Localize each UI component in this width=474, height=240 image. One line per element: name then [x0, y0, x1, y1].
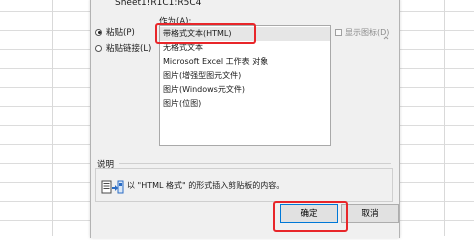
description-divider: [119, 163, 391, 164]
source-label: Sheet1!R1C1:R5C4: [115, 0, 202, 8]
format-item-enhanced-metafile[interactable]: 图片(增强型图元文件): [160, 69, 330, 83]
show-as-icon-checkbox[interactable]: [335, 29, 342, 36]
paste-radio-label: 粘贴(P): [106, 28, 135, 38]
format-item-windows-metafile[interactable]: 图片(Windows元文件): [160, 83, 330, 97]
show-as-icon-option[interactable]: 显示图标(D): [335, 27, 389, 38]
chevron-up-icon: [383, 36, 389, 40]
format-item-excel-object[interactable]: Microsoft Excel 工作表 对象: [160, 55, 330, 69]
cancel-button[interactable]: 取消: [341, 204, 399, 223]
paste-radio[interactable]: [95, 28, 102, 36]
ok-highlight-annotation: [273, 201, 348, 232]
format-item-bitmap[interactable]: 图片(位图): [160, 97, 330, 111]
paste-link-radio-label: 粘贴链接(L): [106, 44, 152, 54]
paste-link-radio[interactable]: [95, 44, 102, 52]
description-text: 以 "HTML 格式" 的形式插入剪贴板的内容。: [127, 181, 285, 190]
paste-link-radio-option[interactable]: 粘贴链接(L): [95, 42, 151, 54]
description-box: 以 "HTML 格式" 的形式插入剪贴板的内容。: [95, 168, 393, 202]
format-highlight-annotation: [155, 23, 256, 44]
paste-radio-option[interactable]: 粘贴(P): [95, 26, 135, 38]
description-group: 说明 以 "HTML 格式" 的形式插入剪贴板的内容。: [95, 158, 393, 208]
paste-document-icon: [101, 180, 124, 194]
